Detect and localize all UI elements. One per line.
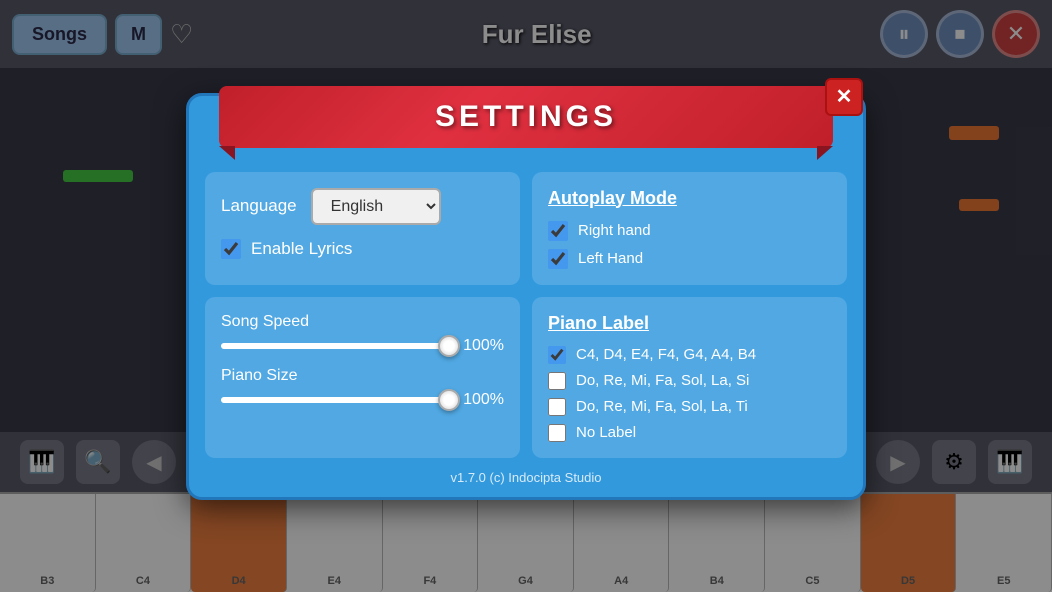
song-speed-fill xyxy=(221,343,449,349)
piano-size-thumb[interactable] xyxy=(438,389,460,411)
label-option4-row: No Label xyxy=(548,424,831,442)
language-panel: Language English Enable Lyrics xyxy=(205,172,520,285)
version-text: v1.7.0 (c) Indocipta Studio xyxy=(189,470,863,485)
label-option2-row: Do, Re, Mi, Fa, Sol, La, Si xyxy=(548,372,831,390)
piano-label-options: C4, D4, E4, F4, G4, A4, B4 Do, Re, Mi, F… xyxy=(548,346,831,442)
settings-close-button[interactable]: ✕ xyxy=(825,78,863,116)
label-option4-label: No Label xyxy=(576,424,636,441)
autoplay-title: Autoplay Mode xyxy=(548,188,831,209)
enable-lyrics-checkbox[interactable] xyxy=(221,239,241,259)
song-speed-value: 100% xyxy=(459,337,504,355)
song-speed-row: 100% xyxy=(221,337,504,355)
language-select[interactable]: English xyxy=(311,188,441,225)
settings-banner: SETTINGS ✕ xyxy=(219,86,833,148)
label-option3-checkbox[interactable] xyxy=(548,398,566,416)
autoplay-options: Right hand Left Hand xyxy=(548,221,831,269)
song-speed-label: Song Speed xyxy=(221,313,504,331)
left-hand-row: Left Hand xyxy=(548,249,831,269)
label-option2-label: Do, Re, Mi, Fa, Sol, La, Si xyxy=(576,372,749,389)
piano-size-track xyxy=(221,397,449,403)
label-option1-label: C4, D4, E4, F4, G4, A4, B4 xyxy=(576,346,756,363)
autoplay-panel: Autoplay Mode Right hand Left Hand xyxy=(532,172,847,285)
song-speed-thumb[interactable] xyxy=(438,335,460,357)
piano-size-section: Piano Size 100% xyxy=(221,367,504,409)
label-option1-checkbox[interactable] xyxy=(548,346,566,364)
enable-lyrics-label: Enable Lyrics xyxy=(251,239,352,259)
language-row: Language English xyxy=(221,188,504,225)
speed-size-panel: Song Speed 100% Piano Size xyxy=(205,297,520,458)
settings-ribbon: SETTINGS xyxy=(219,86,833,148)
settings-title: SETTINGS xyxy=(435,100,617,133)
left-hand-label: Left Hand xyxy=(578,250,643,267)
label-option1-row: C4, D4, E4, F4, G4, A4, B4 xyxy=(548,346,831,364)
label-option3-label: Do, Re, Mi, Fa, Sol, La, Ti xyxy=(576,398,748,415)
piano-label-title: Piano Label xyxy=(548,313,831,334)
piano-size-label: Piano Size xyxy=(221,367,504,385)
enable-lyrics-row: Enable Lyrics xyxy=(221,239,504,259)
modal-overlay: SETTINGS ✕ Language English Enable Lyric… xyxy=(0,0,1052,592)
piano-size-fill xyxy=(221,397,449,403)
language-label: Language xyxy=(221,196,297,216)
song-speed-section: Song Speed 100% xyxy=(221,313,504,355)
piano-size-value: 100% xyxy=(459,391,504,409)
piano-size-row: 100% xyxy=(221,391,504,409)
left-hand-checkbox[interactable] xyxy=(548,249,568,269)
settings-content: Language English Enable Lyrics Autoplay … xyxy=(189,164,863,458)
settings-dialog: SETTINGS ✕ Language English Enable Lyric… xyxy=(186,93,866,500)
right-hand-row: Right hand xyxy=(548,221,831,241)
label-option3-row: Do, Re, Mi, Fa, Sol, La, Ti xyxy=(548,398,831,416)
piano-label-panel: Piano Label C4, D4, E4, F4, G4, A4, B4 D… xyxy=(532,297,847,458)
label-option4-checkbox[interactable] xyxy=(548,424,566,442)
right-hand-label: Right hand xyxy=(578,222,651,239)
right-hand-checkbox[interactable] xyxy=(548,221,568,241)
song-speed-track xyxy=(221,343,449,349)
label-option2-checkbox[interactable] xyxy=(548,372,566,390)
